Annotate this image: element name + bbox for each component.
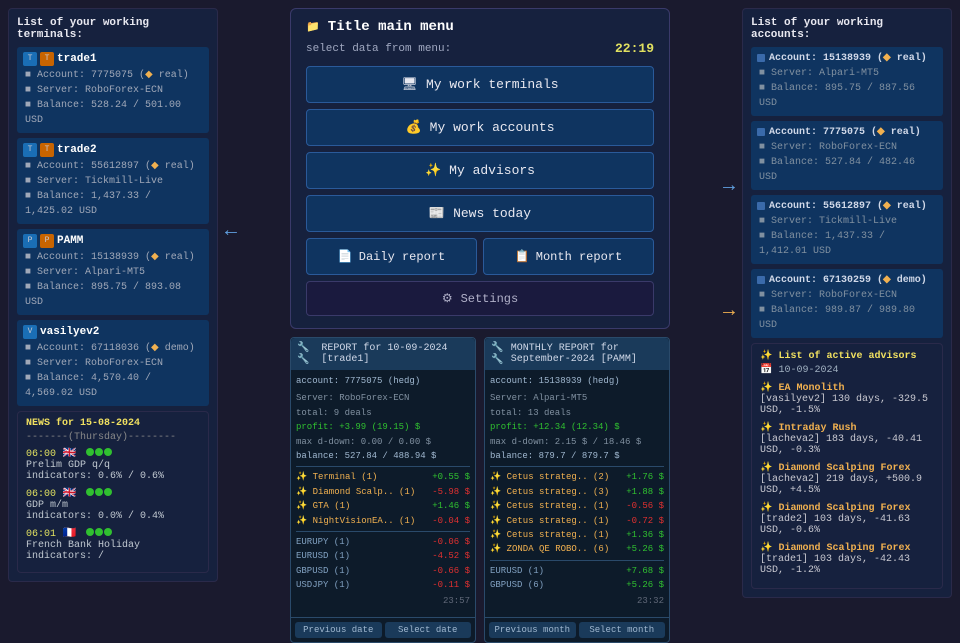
account-detail: ■ Server: RoboForex-ECN■ Balance: 989.87… xyxy=(757,288,937,333)
monitor-icon: 🖥 xyxy=(401,77,418,92)
daily-report-body: account: 7775075 (hedg) Server: RoboFore… xyxy=(291,370,475,613)
month-header-icons: 🔧🔧 xyxy=(491,342,507,366)
daily-report-footer: Previous date Select date xyxy=(291,617,475,642)
main-menu-box: 📁 Title main menu select data from menu:… xyxy=(290,8,670,329)
accounts-panel-title: List of your working accounts: xyxy=(751,17,943,41)
account-item[interactable]: Account: 7775075 (◆ real) ■ Server: Robo… xyxy=(751,121,943,190)
news-header: NEWS for 15-08-2024 xyxy=(26,418,200,429)
account-dot xyxy=(757,276,765,284)
select-month-button[interactable]: Select month xyxy=(579,622,666,638)
month-report-footer: Previous month Select month xyxy=(485,617,669,642)
advisors-section-title: ✨ List of active advisors xyxy=(760,350,934,362)
daily-report-icon: 📄 xyxy=(338,249,353,264)
advisor-card: ✨ Diamond Scalping Forex [lacheva2] 219 … xyxy=(760,462,934,496)
month-report-body: account: 15138939 (hedg) Server: Alpari-… xyxy=(485,370,669,613)
center-menu-panel: 📁 Title main menu select data from menu:… xyxy=(290,8,670,643)
news-button[interactable]: 📰 News today xyxy=(306,195,654,232)
advisor-card: ✨ Diamond Scalping Forex [trade1] 103 da… xyxy=(760,542,934,576)
daily-report-box: 🔧🔧 REPORT for 10-09-2024 [trade1] accoun… xyxy=(290,337,476,643)
news-icon: 📰 xyxy=(429,206,445,221)
arrow-right-accounts-icon: → xyxy=(723,175,735,198)
account-detail: ■ Server: Alpari-MT5■ Balance: 895.75 / … xyxy=(757,66,937,111)
account-name: Account: 55612897 (◆ real) xyxy=(769,200,927,212)
advisor-stats: [lacheva2] 219 days, +500.9 USD, +4.5% xyxy=(760,474,934,496)
account-name: Account: 7775075 (◆ real) xyxy=(769,126,921,138)
advisors-date: 📅 10-09-2024 xyxy=(760,364,934,376)
account-name: Account: 15138939 (◆ real) xyxy=(769,52,927,64)
advisor-name: ✨ Intraday Rush xyxy=(760,422,934,434)
terminal-item[interactable]: PPPAMM■ Account: 15138939 (◆ real)■ Serv… xyxy=(17,229,209,315)
news-item: 06:00 🇬🇧 Prelim GDP q/qindicators: 0.6% … xyxy=(26,446,200,482)
advisors-button[interactable]: ✨ My advisors xyxy=(306,152,654,189)
account-item[interactable]: Account: 55612897 (◆ real) ■ Server: Tic… xyxy=(751,195,943,264)
news-divider: -------(Thursday)-------- xyxy=(26,432,200,443)
account-detail: ■ Server: RoboForex-ECN■ Balance: 527.84… xyxy=(757,140,937,185)
prev-month-button[interactable]: Previous month xyxy=(489,622,576,638)
account-dot xyxy=(757,202,765,210)
daily-report-header: 🔧🔧 REPORT for 10-09-2024 [trade1] xyxy=(291,338,475,370)
terminal-name: vasilyev2 xyxy=(40,326,99,338)
advisor-name: ✨ EA Monolith xyxy=(760,382,934,394)
terminal-name: trade1 xyxy=(57,53,97,65)
month-report-header: 🔧🔧 MONTHLY REPORT for September-2024 [PA… xyxy=(485,338,669,370)
account-item[interactable]: Account: 15138939 (◆ real) ■ Server: Alp… xyxy=(751,47,943,116)
select-date-button[interactable]: Select date xyxy=(385,622,472,638)
prev-date-button[interactable]: Previous date xyxy=(295,622,382,638)
advisor-name: ✨ Diamond Scalping Forex xyxy=(760,542,934,554)
advisor-card: ✨ Diamond Scalping Forex [trade2] 103 da… xyxy=(760,502,934,536)
month-report-icon: 📋 xyxy=(515,249,530,264)
terminal-name: PAMM xyxy=(57,235,83,247)
daily-report-button[interactable]: 📄 Daily report xyxy=(306,238,477,275)
account-item[interactable]: Account: 67130259 (◆ demo) ■ Server: Rob… xyxy=(751,269,943,338)
accounts-button[interactable]: 💰 My work accounts xyxy=(306,109,654,146)
right-accounts-panel: List of your working accounts: Account: … xyxy=(742,8,952,598)
advisor-card: ✨ EA Monolith [vasilyev2] 130 days, -329… xyxy=(760,382,934,416)
month-report-button[interactable]: 📋 Month report xyxy=(483,238,654,275)
advisor-name: ✨ Diamond Scalping Forex xyxy=(760,462,934,474)
advisor-stats: [trade2] 103 days, -41.63 USD, -0.6% xyxy=(760,514,934,536)
advisors-section: ✨ List of active advisors 📅 10-09-2024 ✨… xyxy=(751,343,943,589)
account-detail: ■ Server: Tickmill-Live■ Balance: 1,437.… xyxy=(757,214,937,259)
report-panels: 🔧🔧 REPORT for 10-09-2024 [trade1] accoun… xyxy=(290,337,670,643)
terminals-button[interactable]: 🖥 My work terminals xyxy=(306,66,654,103)
account-dot xyxy=(757,54,765,62)
left-terminals-panel: List of your working terminals: TTtrade1… xyxy=(8,8,218,582)
advisor-card: ✨ Intraday Rush [lacheva2] 183 days, -40… xyxy=(760,422,934,456)
settings-icon: ⚙ xyxy=(442,291,453,306)
advisor-name: ✨ Diamond Scalping Forex xyxy=(760,502,934,514)
account-dot xyxy=(757,128,765,136)
advisor-stats: [trade1] 103 days, -42.43 USD, -1.2% xyxy=(760,554,934,576)
menu-subtitle: select data from menu: xyxy=(306,43,451,55)
account-icon: 💰 xyxy=(405,120,421,135)
menu-title: Title main menu xyxy=(328,19,454,35)
menu-time: 22:19 xyxy=(615,41,654,56)
folder-icon: 📁 xyxy=(306,20,320,34)
news-section: NEWS for 15-08-2024 -------(Thursday)---… xyxy=(17,411,209,573)
account-name: Account: 67130259 (◆ demo) xyxy=(769,274,927,286)
terminals-panel-title: List of your working terminals: xyxy=(17,17,209,41)
advisor-icon: ✨ xyxy=(425,163,441,178)
terminal-name: trade2 xyxy=(57,144,97,156)
month-report-box: 🔧🔧 MONTHLY REPORT for September-2024 [PA… xyxy=(484,337,670,643)
terminal-item[interactable]: Vvasilyev2■ Account: 67118036 (◆ demo)■ … xyxy=(17,320,209,406)
arrow-left-icon: ← xyxy=(225,220,237,243)
settings-button[interactable]: ⚙ Settings xyxy=(306,281,654,316)
advisor-stats: [vasilyev2] 130 days, -329.5 USD, -1.5% xyxy=(760,394,934,416)
arrow-right-advisors-icon: → xyxy=(723,300,735,323)
terminal-item[interactable]: TTtrade1■ Account: 7775075 (◆ real)■ Ser… xyxy=(17,47,209,133)
news-item: 06:00 🇬🇧 GDP m/mindicators: 0.0% / 0.4% xyxy=(26,486,200,522)
advisor-stats: [lacheva2] 183 days, -40.41 USD, -0.3% xyxy=(760,434,934,456)
news-item: 06:01 🇫🇷 French Bank Holidayindicators: … xyxy=(26,526,200,562)
terminal-item[interactable]: TTtrade2■ Account: 55612897 (◆ real)■ Se… xyxy=(17,138,209,224)
daily-header-icons: 🔧🔧 xyxy=(297,342,317,366)
